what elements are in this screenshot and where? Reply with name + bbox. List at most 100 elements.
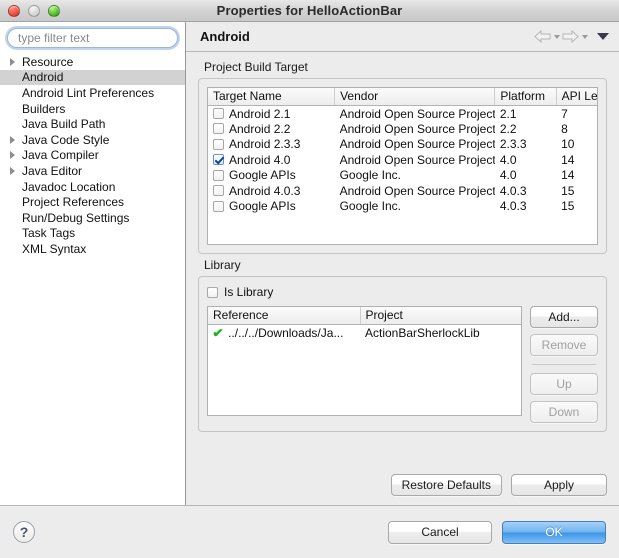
disclosure-triangle-icon[interactable] bbox=[10, 58, 21, 66]
sidebar-item-android-lint-preferences[interactable]: Android Lint Preferences bbox=[0, 85, 185, 101]
window-title: Properties for HelloActionBar bbox=[216, 3, 403, 18]
column-header[interactable]: API Le bbox=[555, 88, 597, 106]
column-header[interactable]: Platform bbox=[494, 88, 557, 106]
restore-defaults-button[interactable]: Restore Defaults bbox=[390, 474, 502, 496]
sidebar-item-project-references[interactable]: Project References bbox=[0, 194, 185, 210]
filter-container bbox=[0, 22, 185, 53]
library-group: Library Is Library Reference Project ✔ .… bbox=[198, 258, 607, 432]
target-name-label: Google APIs bbox=[229, 199, 296, 214]
target-checkbox[interactable] bbox=[213, 154, 224, 166]
target-name-label: Android 4.0.3 bbox=[229, 183, 301, 198]
table-row[interactable]: Android 4.0.3 Android Open Source Project… bbox=[208, 183, 597, 199]
api-level-cell: 14 bbox=[561, 152, 575, 167]
content-panel: Android Project Build Target Target Name… bbox=[186, 22, 619, 505]
view-menu-caret-icon[interactable] bbox=[597, 33, 609, 40]
build-target-group: Project Build Target Target Name Vendor Pl… bbox=[198, 60, 607, 254]
library-content: Reference Project ✔ ../../../Downloads/Ja.… bbox=[207, 306, 598, 423]
library-box: Is Library Reference Project ✔ ../../../Do… bbox=[198, 276, 607, 432]
zoom-button-icon[interactable] bbox=[48, 4, 60, 17]
disclosure-triangle-icon[interactable] bbox=[10, 167, 21, 175]
sidebar-item-label: Java Code Style bbox=[22, 132, 110, 147]
target-checkbox[interactable] bbox=[213, 138, 224, 150]
sidebar-item-java-editor[interactable]: Java Editor bbox=[0, 163, 185, 179]
minimize-button-icon[interactable] bbox=[28, 4, 40, 17]
vendor-cell: Android Open Source Project bbox=[339, 183, 495, 198]
target-checkbox[interactable] bbox=[213, 108, 224, 119]
window-titlebar: Properties for HelloActionBar bbox=[0, 0, 619, 22]
sidebar-item-label: Android bbox=[22, 70, 64, 85]
dialog-footer: ? Cancel OK bbox=[0, 505, 619, 558]
target-name-cell: Android 2.1 bbox=[208, 106, 335, 122]
status-ok-icon: ✔ bbox=[212, 325, 224, 340]
target-checkbox[interactable] bbox=[213, 169, 224, 181]
build-target-box: Target Name Vendor Platform API Le Android … bbox=[198, 78, 607, 254]
api-level-cell: 7 bbox=[561, 106, 568, 121]
content-header: Android bbox=[186, 22, 619, 52]
sidebar-item-label: XML Syntax bbox=[22, 241, 87, 256]
table-row[interactable]: Google APIs Google Inc. 4.0 14 bbox=[208, 168, 597, 184]
library-table-wrap[interactable]: Reference Project ✔ ../../../Downloads/Ja.… bbox=[207, 306, 522, 416]
is-library-label: Is Library bbox=[224, 285, 274, 299]
page-title: Android bbox=[200, 29, 250, 44]
back-arrow-icon bbox=[534, 30, 551, 43]
forward-arrow-icon bbox=[562, 30, 579, 43]
sidebar-item-task-tags[interactable]: Task Tags bbox=[0, 226, 185, 242]
build-target-group-title: Project Build Target bbox=[204, 60, 308, 74]
target-checkbox[interactable] bbox=[213, 123, 224, 135]
table-header-row: Target Name Vendor Platform API Le bbox=[208, 88, 597, 106]
disclosure-triangle-icon[interactable] bbox=[10, 136, 21, 144]
cancel-button[interactable]: Cancel bbox=[388, 520, 492, 544]
column-header[interactable]: Reference bbox=[208, 307, 360, 325]
sidebar-item-builders[interactable]: Builders bbox=[0, 101, 185, 117]
target-name-cell: Android 2.3.3 bbox=[208, 137, 335, 153]
vendor-cell: Android Open Source Project bbox=[339, 152, 495, 167]
table-row[interactable]: Android 2.2 Android Open Source Project 2.… bbox=[208, 121, 597, 137]
sidebar-item-java-build-path[interactable]: Java Build Path bbox=[0, 116, 185, 132]
forward-dropdown-caret-icon[interactable] bbox=[582, 34, 588, 39]
sidebar-item-android[interactable]: Android bbox=[0, 69, 185, 86]
table-row[interactable]: Android 2.3.3 Android Open Source Project… bbox=[208, 137, 597, 153]
sidebar-item-run-debug-settings[interactable]: Run/Debug Settings bbox=[0, 210, 185, 226]
back-nav-button[interactable] bbox=[534, 30, 560, 43]
ok-button[interactable]: OK bbox=[502, 520, 606, 544]
sidebar-item-javadoc-location[interactable]: Javadoc Location bbox=[0, 179, 185, 195]
api-level-cell: 10 bbox=[561, 137, 575, 152]
sidebar-item-label: Task Tags bbox=[22, 226, 76, 241]
close-button-icon[interactable] bbox=[8, 4, 20, 17]
sidebar-item-label: Android Lint Preferences bbox=[22, 85, 155, 100]
vendor-cell: Google Inc. bbox=[339, 168, 401, 183]
apply-button[interactable]: Apply bbox=[511, 474, 607, 496]
column-header[interactable]: Project bbox=[359, 307, 521, 325]
forward-nav-button[interactable] bbox=[562, 30, 588, 43]
table-row[interactable]: Android 4.0 Android Open Source Project 4.… bbox=[208, 152, 597, 168]
down-button: Down bbox=[530, 401, 598, 423]
disclosure-triangle-icon[interactable] bbox=[10, 151, 21, 159]
sidebar-item-xml-syntax[interactable]: XML Syntax bbox=[0, 241, 185, 257]
list-item[interactable]: ✔ ../../../Downloads/Ja... ActionBarSherlo… bbox=[208, 325, 521, 341]
sidebar-item-java-compiler[interactable]: Java Compiler bbox=[0, 148, 185, 164]
add-button[interactable]: Add... bbox=[530, 306, 598, 328]
is-library-row[interactable]: Is Library bbox=[207, 285, 598, 299]
help-icon[interactable]: ? bbox=[13, 521, 35, 543]
sidebar-item-resource[interactable]: Resource bbox=[0, 54, 185, 70]
build-target-table-wrap[interactable]: Target Name Vendor Platform API Le Android … bbox=[207, 87, 598, 245]
target-name-cell: Google APIs bbox=[208, 168, 335, 184]
is-library-checkbox[interactable] bbox=[207, 286, 218, 298]
api-level-cell: 14 bbox=[561, 168, 575, 183]
target-name-cell: Android 4.0 bbox=[208, 152, 335, 168]
column-header[interactable]: Target Name bbox=[208, 88, 335, 106]
table-row[interactable]: Google APIs Google Inc. 4.0.3 15 bbox=[208, 199, 597, 215]
back-dropdown-caret-icon[interactable] bbox=[554, 34, 560, 39]
sidebar-item-label: Project References bbox=[22, 195, 125, 210]
table-row[interactable]: Android 2.1 Android Open Source Project 2.… bbox=[208, 106, 597, 122]
dialog-body: ResourceAndroidAndroid Lint PreferencesB… bbox=[0, 22, 619, 505]
column-header[interactable]: Vendor bbox=[334, 88, 495, 106]
api-level-cell: 15 bbox=[561, 183, 575, 198]
filter-input[interactable] bbox=[7, 28, 178, 48]
up-button: Up bbox=[530, 373, 598, 395]
remove-button: Remove bbox=[530, 334, 598, 356]
sidebar-item-java-code-style[interactable]: Java Code Style bbox=[0, 132, 185, 148]
target-checkbox[interactable] bbox=[213, 185, 224, 197]
vendor-cell: Android Open Source Project bbox=[339, 121, 495, 136]
target-checkbox[interactable] bbox=[213, 200, 224, 212]
